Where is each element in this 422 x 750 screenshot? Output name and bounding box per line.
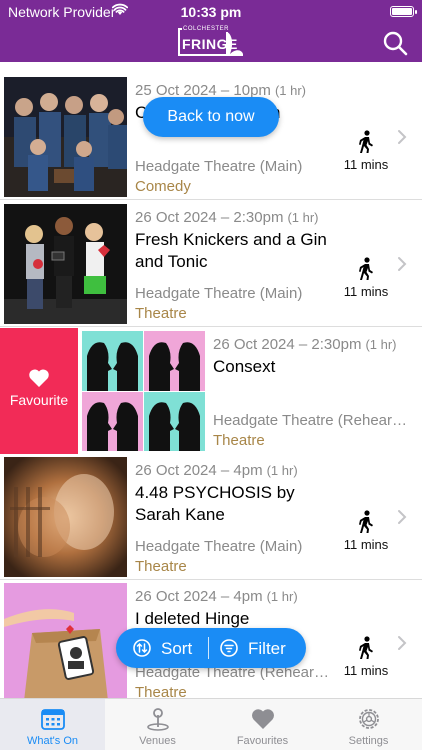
- walking-icon: [359, 257, 373, 280]
- tab-bar: What's On Venues Favourites Settings: [0, 698, 422, 750]
- walking-minutes: 11 mins: [343, 284, 389, 299]
- battery-icon: [390, 6, 417, 17]
- event-category: Theatre: [135, 684, 187, 698]
- event-date: 26 Oct 2024 – 4pm (1 hr): [135, 588, 298, 605]
- app-header: Network Provider 10:33 pm COLCHESTER FRI…: [0, 0, 422, 62]
- logo-small-text: COLCHESTER: [182, 26, 231, 32]
- filter-label: Filter: [248, 639, 286, 658]
- logo-swoosh: [227, 32, 243, 56]
- tab-whats-on[interactable]: What's On: [0, 699, 105, 750]
- walking-time: 11 mins: [338, 130, 394, 174]
- tab-favourites[interactable]: Favourites: [210, 699, 315, 750]
- sort-filter-bar: Sort Filter: [116, 628, 306, 668]
- heart-icon: [251, 709, 274, 729]
- tab-label: Settings: [348, 735, 389, 747]
- event-title: Fresh Knickers and a Gin and Tonic: [135, 230, 327, 271]
- favourite-action-label: Favourite: [9, 392, 69, 408]
- event-row[interactable]: Favourite 26 Oct 2024 – 2:30pm (1 hr) Co…: [0, 328, 422, 454]
- walking-icon: [359, 130, 373, 153]
- chevron-right-icon: [398, 636, 407, 650]
- event-category: Theatre: [135, 305, 187, 322]
- event-row[interactable]: 26 Oct 2024 – 2:30pm (1 hr) Fresh Knicker…: [0, 201, 422, 327]
- search-icon[interactable]: [382, 30, 408, 56]
- sort-button[interactable]: Sort: [116, 628, 208, 668]
- event-row[interactable]: 26 Oct 2024 – 4pm (1 hr) 4.48 PSYCHOSIS b…: [0, 454, 422, 580]
- event-info: 26 Oct 2024 – 2:30pm (1 hr) Consext Headg…: [213, 328, 413, 454]
- walking-minutes: 11 mins: [343, 537, 389, 552]
- event-venue: Headgate Theatre (Main): [135, 285, 303, 302]
- event-image: [4, 457, 127, 577]
- walking-time: 11 mins: [338, 636, 394, 680]
- sort-label: Sort: [161, 639, 193, 658]
- tab-settings[interactable]: Settings: [315, 699, 422, 750]
- filter-button[interactable]: Filter: [208, 628, 306, 668]
- tab-label: Venues: [139, 735, 176, 747]
- clock: 10:33 pm: [180, 4, 242, 20]
- event-row[interactable]: 25 Oct 2024 – 10pm(1 hr) Crew Improvisat…: [0, 74, 422, 200]
- map-pin-icon: [146, 708, 169, 731]
- fringe-logo: COLCHESTER FRINGE: [178, 24, 244, 60]
- event-title: Consext: [213, 357, 276, 376]
- event-info: 26 Oct 2024 – 2:30pm (1 hr) Fresh Knicker…: [135, 201, 335, 327]
- event-row-content[interactable]: 26 Oct 2024 – 2:30pm (1 hr) Consext Headg…: [78, 328, 422, 454]
- favourite-action-button[interactable]: Favourite: [0, 328, 78, 454]
- filter-icon: [220, 639, 238, 657]
- event-title: I deleted Hinge: [135, 609, 250, 628]
- event-date: 26 Oct 2024 – 2:30pm (1 hr): [213, 336, 397, 353]
- event-list[interactable]: 25 Oct 2024 – 10pm(1 hr) Crew Improvisat…: [0, 62, 422, 698]
- event-category: Comedy: [135, 178, 191, 195]
- walking-time: 11 mins: [338, 257, 394, 301]
- walking-minutes: 11 mins: [343, 157, 389, 172]
- walking-time: 11 mins: [338, 510, 394, 554]
- event-date: 26 Oct 2024 – 4pm (1 hr): [135, 462, 298, 479]
- chevron-right-icon: [398, 510, 407, 524]
- event-title: 4.48 PSYCHOSIS by Sarah Kane: [135, 483, 295, 524]
- walking-minutes: 11 mins: [343, 663, 389, 678]
- tab-label: Favourites: [236, 735, 289, 747]
- event-image: [4, 583, 127, 698]
- back-to-now-button[interactable]: Back to now: [143, 97, 279, 137]
- event-venue: Headgate Theatre (Main): [135, 158, 303, 175]
- event-info: 26 Oct 2024 – 4pm (1 hr) 4.48 PSYCHOSIS b…: [135, 454, 335, 580]
- event-venue: Headgate Theatre (Rehearsal Room): [213, 412, 413, 429]
- event-image: [82, 331, 205, 451]
- gear-icon: [358, 709, 379, 729]
- walking-icon: [359, 636, 373, 659]
- tab-label: What's On: [26, 735, 78, 747]
- tab-venues[interactable]: Venues: [105, 699, 210, 750]
- walking-icon: [359, 510, 373, 533]
- event-category: Theatre: [135, 558, 187, 575]
- event-category: Theatre: [213, 432, 265, 449]
- chevron-right-icon: [398, 257, 407, 271]
- chevron-right-icon: [398, 130, 407, 144]
- event-date: 26 Oct 2024 – 2:30pm (1 hr): [135, 209, 319, 226]
- event-venue: Headgate Theatre (Main): [135, 538, 303, 555]
- event-info: 25 Oct 2024 – 10pm(1 hr) Crew Improvisat…: [135, 74, 335, 200]
- calendar-icon: [40, 709, 65, 730]
- heart-icon: [29, 369, 49, 387]
- sort-icon: [133, 639, 151, 657]
- event-image: [4, 77, 127, 197]
- status-bar: Network Provider 10:33 pm: [0, 2, 422, 20]
- event-image: [4, 204, 127, 324]
